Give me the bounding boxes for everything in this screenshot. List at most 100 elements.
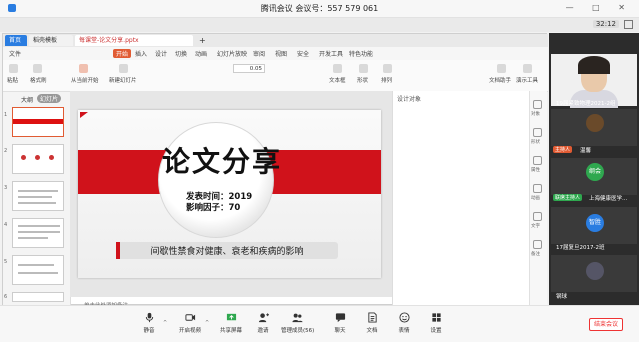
text-box-button[interactable]: 文本框 <box>329 76 346 84</box>
menu-design[interactable]: 设计 <box>155 49 167 58</box>
manage-members-button[interactable]: 管理成员(56) <box>281 312 314 340</box>
tab-active-presentation[interactable]: 每课堂-论文分享.pptx <box>75 35 193 46</box>
thumbnail-number: 6 <box>4 294 8 300</box>
slide-thumbnail[interactable] <box>12 255 64 285</box>
menu-dev-tools[interactable]: 开发工具 <box>319 49 343 58</box>
side-label-shape: 形状 <box>531 140 540 145</box>
document-icon <box>367 312 377 323</box>
property-panel-title: 设计对象 <box>397 96 422 103</box>
emoji-icon <box>398 312 410 323</box>
slide-thumbnail[interactable] <box>12 181 64 211</box>
arrange-icon[interactable] <box>383 64 392 73</box>
play-from-current-icon[interactable] <box>79 64 88 73</box>
avatar <box>586 262 604 280</box>
side-label-animation: 动画 <box>531 196 540 201</box>
end-meeting-button[interactable]: 结束会议 <box>589 318 623 331</box>
tab-home[interactable]: 首页 <box>5 35 27 46</box>
menu-insert[interactable]: 插入 <box>135 49 147 58</box>
meeting-info-strip <box>0 18 639 32</box>
current-slide[interactable]: 论文分享 发表时间：2019 影响因子：70 间歇性禁食对健康、衰老和疾病的影响 <box>78 110 381 278</box>
shape-side-icon[interactable] <box>533 128 542 137</box>
text-box-icon[interactable] <box>333 64 342 73</box>
animation-icon[interactable] <box>533 184 542 193</box>
slide-thumbnail[interactable] <box>12 218 64 248</box>
properties-icon[interactable] <box>533 156 542 165</box>
thumbnail-number: 1 <box>4 112 8 118</box>
window-controls[interactable]: — □ ✕ <box>566 3 633 12</box>
document-helper-icon[interactable] <box>497 64 506 73</box>
thumbnail-number: 3 <box>4 185 8 191</box>
play-from-current-button[interactable]: 从当前开始 <box>71 76 99 84</box>
menu-start[interactable]: 开始 <box>113 49 132 58</box>
tab-docer-templates[interactable]: 稻壳模板 <box>29 35 73 46</box>
menu-animation[interactable]: 动画 <box>195 49 207 58</box>
menu-view[interactable]: 视图 <box>275 49 287 58</box>
notes-icon[interactable] <box>533 240 542 249</box>
documents-button[interactable]: 文档 <box>356 312 388 340</box>
avatar <box>586 114 604 132</box>
paste-icon[interactable] <box>9 64 18 73</box>
shape-button[interactable]: 形状 <box>357 76 368 84</box>
menu-file[interactable]: 文件 <box>9 49 21 58</box>
layout-switch-icon[interactable] <box>624 20 633 29</box>
chevron-up-icon[interactable]: ^ <box>163 320 167 326</box>
side-label-text: 文字 <box>531 224 540 229</box>
menu-special-features[interactable]: 特色功能 <box>349 49 373 58</box>
participant-name: 19届紧致物理2021-2组 <box>556 101 616 107</box>
paste-button[interactable]: 粘贴 <box>7 76 18 84</box>
participant-name: 17届复旦2017-2班 <box>556 245 605 251</box>
mute-button[interactable]: 静音 <box>133 312 165 340</box>
emoji-button[interactable]: 表情 <box>388 312 420 340</box>
meeting-timer: 32:12 <box>592 20 619 28</box>
chevron-up-icon[interactable]: ^ <box>205 320 209 326</box>
video-person-hair <box>578 56 610 74</box>
menu-security[interactable]: 安全 <box>297 49 309 58</box>
menu-review[interactable]: 审阅 <box>253 49 265 58</box>
shape-icon[interactable] <box>359 64 368 73</box>
slide-thumbnail[interactable] <box>12 144 64 174</box>
object-icon[interactable] <box>533 100 542 109</box>
slides-tab[interactable]: 幻灯片 <box>37 94 62 103</box>
wps-tab-bar: 首页 稻壳模板 每课堂-论文分享.pptx + <box>3 34 548 47</box>
share-screen-button[interactable]: 共享屏幕 <box>215 312 247 340</box>
new-slide-icon[interactable] <box>119 64 128 73</box>
settings-button[interactable]: 设置 <box>420 312 452 340</box>
host-badge: 主持人 <box>553 146 573 153</box>
impact-factor[interactable]: 影响因子：70 <box>186 201 240 213</box>
new-slide-button[interactable]: 新建幻灯片 <box>109 76 137 84</box>
slide-thumbnail[interactable] <box>12 292 64 302</box>
invite-button[interactable]: 邀请 <box>247 312 279 340</box>
avatar: 纲会 <box>586 163 604 181</box>
arrange-button[interactable]: 排列 <box>381 76 392 84</box>
font-size-input[interactable]: 0.05 <box>233 64 265 73</box>
menu-slideshow[interactable]: 幻灯片放映 <box>217 49 247 58</box>
impact-factor-label: 影响因子： <box>186 203 229 213</box>
presenter-tools-button[interactable]: 演示工具 <box>516 76 538 84</box>
slide-thumbnail[interactable] <box>12 107 64 137</box>
cohost-badge: 联席主持人 <box>553 194 583 201</box>
chat-button[interactable]: 聊天 <box>324 312 356 340</box>
participant-name: 温馨 <box>580 148 592 154</box>
document-helper-button[interactable]: 文档助手 <box>489 76 511 84</box>
impact-factor-value: 70 <box>228 203 241 213</box>
participant-name: 钢球 <box>556 294 568 300</box>
property-panel <box>392 91 529 305</box>
format-painter-icon[interactable] <box>33 64 42 73</box>
text-icon[interactable] <box>533 212 542 221</box>
members-icon <box>291 313 303 323</box>
chat-icon <box>335 313 345 323</box>
invite-label: 邀请 <box>257 328 269 334</box>
menu-transition[interactable]: 切换 <box>175 49 187 58</box>
presenter-tools-icon[interactable] <box>523 64 532 73</box>
outline-tab[interactable]: 大纲 <box>21 95 33 104</box>
microphone-icon <box>145 312 153 323</box>
side-label-notes: 备注 <box>531 252 540 257</box>
slide-subtitle[interactable]: 间歇性禁食对健康、衰老和疾病的影响 <box>116 244 338 257</box>
avatar: 智胜 <box>586 214 604 232</box>
invite-icon <box>258 313 269 323</box>
documents-label: 文档 <box>366 328 378 334</box>
slide-title[interactable]: 论文分享 <box>162 140 312 180</box>
new-tab-plus-icon[interactable]: + <box>195 35 210 46</box>
start-video-button[interactable]: 开启视频 <box>174 312 206 340</box>
format-painter-button[interactable]: 格式刷 <box>30 76 47 84</box>
